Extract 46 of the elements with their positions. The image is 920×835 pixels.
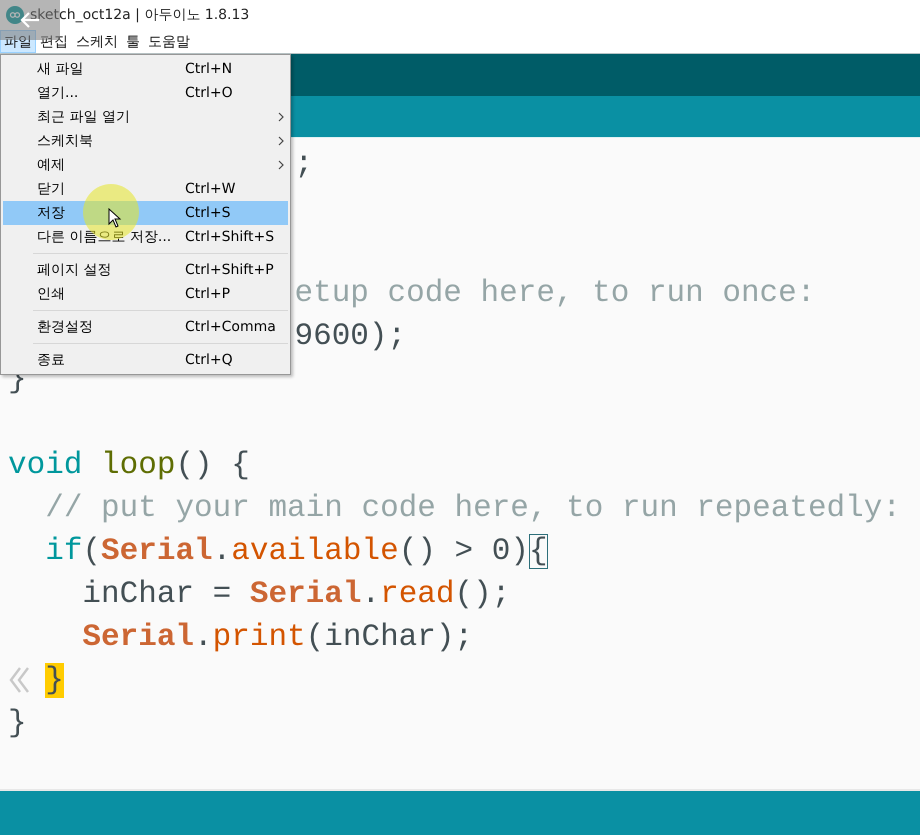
menu-item-label: 닫기 [37, 180, 65, 198]
code-token: Serial [101, 534, 213, 569]
menu-item-label: 환경설정 [37, 318, 93, 336]
code-token: } [8, 706, 27, 741]
menu-item-label: 다른 이름으로 저장... [37, 228, 172, 246]
code-token: (); [454, 577, 510, 612]
shortcut-label: Ctrl+Q [185, 352, 233, 368]
code-token: if [45, 534, 82, 569]
code-token: print [212, 620, 306, 655]
menu-item-label: 저장 [37, 204, 65, 222]
code-token: . [361, 577, 380, 612]
window-title: sketch_oct12a | 아두이노 1.8.13 [30, 6, 250, 24]
code-token: (inChar); [306, 620, 474, 655]
code-token: 9600); [294, 319, 406, 354]
code-token: ( [82, 534, 102, 569]
shortcut-label: Ctrl+N [185, 61, 232, 77]
code-comment: etup code here, to run once: [294, 276, 816, 311]
shortcut-label: Ctrl+W [185, 181, 236, 197]
code-token: inChar = [82, 577, 232, 612]
menu-item-label: 인쇄 [37, 285, 65, 303]
code-token: loop [101, 448, 176, 483]
code-token: () > 0) [398, 534, 529, 569]
shortcut-label: Ctrl+Shift+S [185, 229, 274, 245]
code-token: ; [294, 147, 314, 182]
menu-item-label: 페이지 설정 [37, 261, 112, 279]
code-token: Serial [82, 620, 194, 655]
code-token: available [231, 534, 399, 569]
shortcut-label: Ctrl+S [185, 205, 231, 221]
shortcut-label: Ctrl+O [185, 85, 233, 101]
code-token: . [194, 620, 213, 655]
menu-item-label: 열기... [37, 84, 78, 102]
shortcut-label: Ctrl+Comma [185, 319, 276, 335]
menu-item-label: 최근 파일 열기 [37, 108, 130, 126]
code-token: () { [175, 448, 250, 483]
shortcut-label: Ctrl+Shift+P [185, 262, 274, 278]
shortcut-label: Ctrl+P [185, 286, 230, 302]
bracket: } [45, 663, 64, 698]
code-token: read [380, 577, 455, 612]
code-comment: // put your main code here, to run repeatedly: [45, 491, 901, 526]
bracket: { [528, 534, 548, 569]
menu-item-label: 새 파일 [37, 60, 84, 78]
code-token: . [212, 534, 232, 569]
menu-item-label: 종료 [37, 351, 65, 369]
code-token: void [8, 448, 82, 483]
code-token: Serial [250, 577, 362, 612]
menu-item-label: 예제 [37, 156, 65, 174]
